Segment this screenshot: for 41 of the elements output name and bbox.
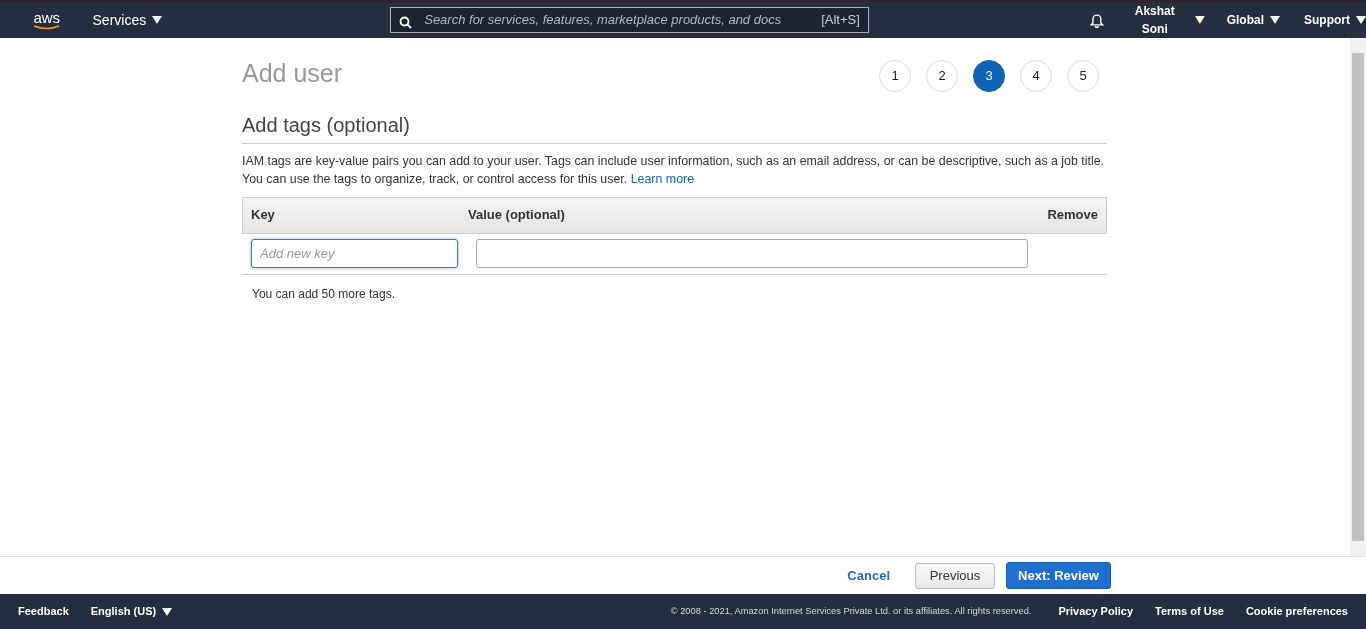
- next-review-button[interactable]: Next: Review: [1006, 562, 1111, 589]
- footer-link[interactable]: Privacy Policy: [1058, 603, 1133, 620]
- feedback-link[interactable]: Feedback: [18, 603, 69, 620]
- search-icon: [399, 15, 413, 29]
- region-menu[interactable]: Global: [1226, 11, 1280, 29]
- key-input-field[interactable]: Add new key: [251, 239, 458, 268]
- step-indicator: 1: [879, 60, 911, 92]
- aws-logo[interactable]: aws: [32, 10, 62, 30]
- scrollbar-thumb[interactable]: [1352, 53, 1364, 541]
- logo-text: aws: [33, 10, 61, 25]
- value-input-field[interactable]: [476, 239, 1028, 268]
- step-indicator: 5: [1067, 60, 1099, 92]
- previous-button[interactable]: Previous: [915, 562, 995, 589]
- page-title: Add user: [242, 58, 343, 89]
- step-indicator: 4: [1020, 60, 1052, 92]
- language-menu[interactable]: English (US): [90, 603, 173, 620]
- tags-remaining-note: You can add 50 more tags.: [252, 285, 396, 303]
- step-indicator: 3: [973, 60, 1005, 92]
- scrollbar[interactable]: [1350, 38, 1366, 556]
- caret-icon: [1270, 16, 1280, 24]
- footer-link[interactable]: Terms of Use: [1155, 603, 1224, 620]
- caret-icon: [1194, 16, 1205, 24]
- support-menu[interactable]: Support: [1304, 11, 1366, 29]
- section-description: IAM tags are key-value pairs you can add to your user. Tags can include user information, such as an email address, or can be descriptive, such as a job title. You can use the tags to organize, track, or control access for this user. Learn more: [242, 152, 1106, 188]
- notification-bell-icon[interactable]: [1089, 12, 1104, 28]
- caret-icon: [162, 607, 173, 616]
- shortcut-hint: [Alt+S]: [821, 11, 860, 30]
- search-field[interactable]: Search for services, features, marketplace products, and docs [Alt+S]: [390, 7, 869, 33]
- services-menu[interactable]: Services: [92, 9, 163, 31]
- account-menu[interactable]: Akshat Soni: [1120, 2, 1205, 38]
- caret-icon: [1356, 16, 1366, 24]
- column-header: Key: [250, 206, 276, 225]
- section-title: Add tags (optional): [242, 109, 1107, 144]
- step-indicator: 2: [926, 60, 958, 92]
- caret-icon: [152, 16, 163, 24]
- cancel-link[interactable]: Cancel: [847, 565, 890, 586]
- learn-more-link[interactable]: Learn more: [630, 171, 695, 186]
- column-header: Value (optional): [468, 206, 566, 225]
- column-header: Remove: [1046, 206, 1099, 225]
- footer-link[interactable]: Cookie preferences: [1245, 603, 1348, 620]
- copyright-text: © 2008 - 2021, Amazon Internet Services Private Ltd. or its affiliates. All rights reserved.: [670, 604, 1032, 618]
